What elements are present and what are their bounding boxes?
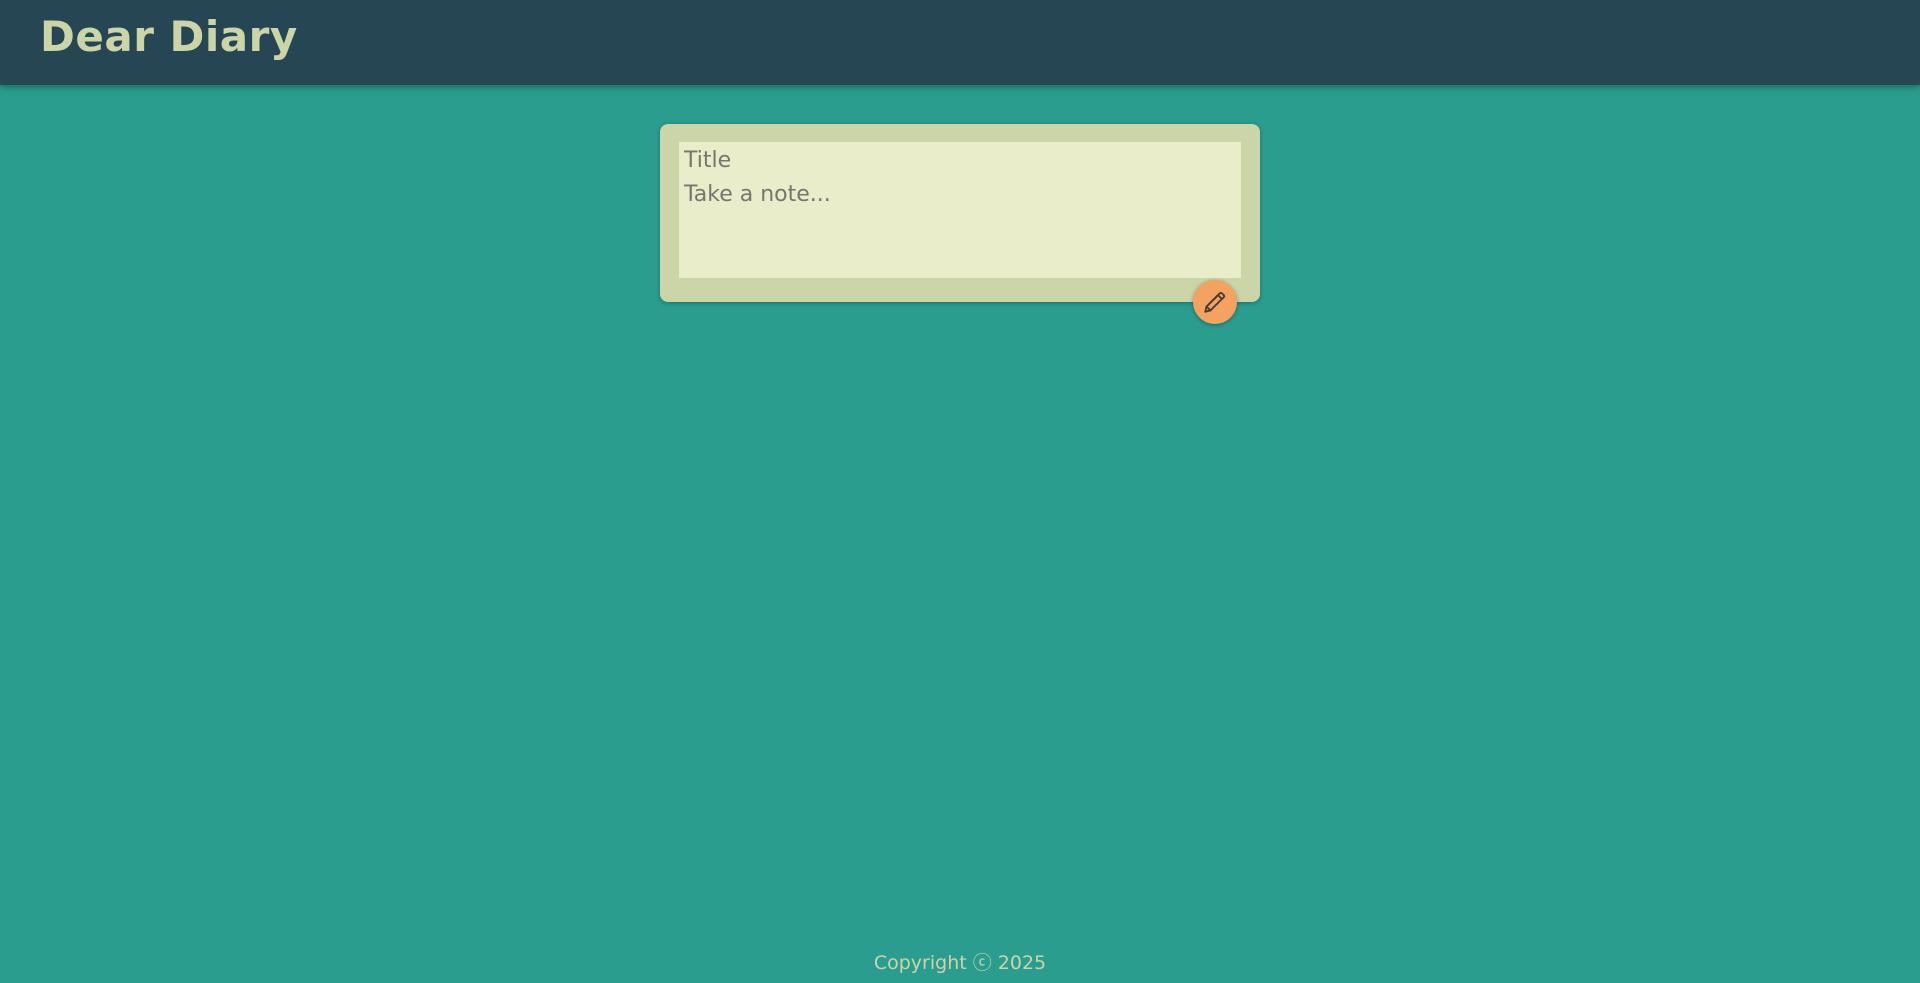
add-note-button[interactable] [1193, 280, 1237, 324]
pencil-icon [1202, 289, 1228, 315]
create-note-card [660, 124, 1260, 302]
footer: Copyright ⓒ 2025 [0, 948, 1920, 975]
copyright-text: Copyright ⓒ 2025 [873, 952, 1047, 974]
note-title-input[interactable] [679, 142, 1241, 178]
note-content-input[interactable] [679, 178, 1241, 278]
note-input-area [679, 142, 1241, 278]
app-header: Dear Diary [0, 0, 1920, 85]
app-title: Dear Diary [40, 12, 298, 61]
